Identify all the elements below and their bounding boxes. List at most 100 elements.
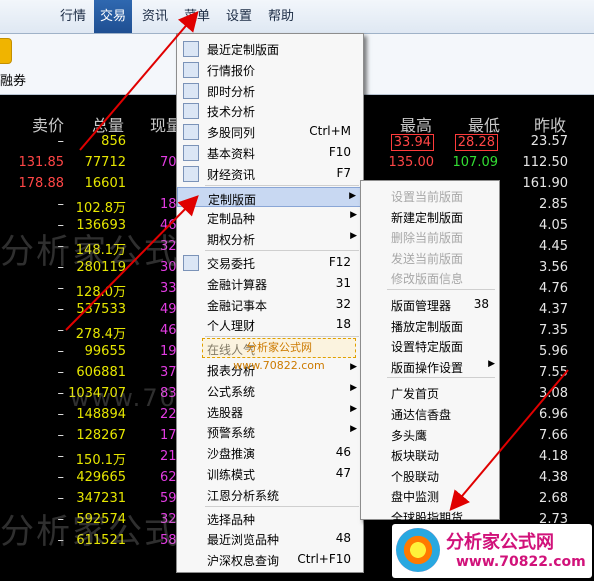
menu-icon xyxy=(183,487,197,501)
menu-item[interactable]: 选股器 ▶ xyxy=(177,401,363,421)
submenu-item-label: 个股联动 xyxy=(391,469,440,484)
submenu-item-label: 删除当前版面 xyxy=(391,231,464,246)
menu-item[interactable]: 沙盘推演 46 xyxy=(177,442,363,462)
menu-item[interactable]: 定制版面 ▶ xyxy=(177,186,363,207)
submenu-item[interactable]: 新建定制版面 xyxy=(361,206,499,226)
menu-item[interactable]: 训练模式 47 xyxy=(177,463,363,483)
cell-current: 17 xyxy=(160,428,177,443)
menu-icon xyxy=(183,82,199,99)
menu-caidan[interactable]: 菜单 xyxy=(178,0,216,33)
menu-item-label: 选股器 xyxy=(207,405,244,420)
menu-item[interactable]: 金融计算器 31 xyxy=(177,273,363,293)
cell-prev-close: 4.37 xyxy=(539,302,568,317)
menu-separator xyxy=(205,184,359,186)
menu-item[interactable]: 技术分析 xyxy=(177,100,363,120)
menu-item-label: 技术分析 xyxy=(207,105,256,120)
submenu-item-label: 修改版面信息 xyxy=(391,272,464,287)
logo-title: 分析家公式网 xyxy=(446,532,554,553)
menu-icon xyxy=(183,103,199,120)
cell-volume: 537533 xyxy=(76,302,126,317)
cell-volume: 102.8万 xyxy=(75,201,126,216)
menu-item-label: 财经资讯 xyxy=(207,167,256,182)
cell-volume: 16601 xyxy=(84,176,126,191)
submenu-item[interactable]: 全球股指期货 xyxy=(361,506,499,526)
submenu-item[interactable]: 通达信香盘 xyxy=(361,403,499,423)
menu-item-label: 训练模式 xyxy=(207,468,256,482)
menu-item[interactable]: 公式系统 ▶ xyxy=(177,380,363,400)
submenu-item[interactable]: 设置特定版面 xyxy=(361,335,499,355)
submenu-item[interactable]: 版面操作设置 ▶ xyxy=(361,356,499,376)
cell-volume: 606881 xyxy=(76,365,126,380)
cell-prev-close: 6.96 xyxy=(539,407,568,422)
cell-prev-close: 2.68 xyxy=(539,491,568,506)
menu-item[interactable]: 定制品种 ▶ xyxy=(177,207,363,227)
header-volume[interactable]: 总量 xyxy=(92,112,124,136)
menu-item[interactable]: 金融记事本 32 xyxy=(177,294,363,314)
header-low[interactable]: 最低 xyxy=(468,112,500,136)
submenu-item[interactable]: 多头鹰 xyxy=(361,424,499,444)
cell-prev-close: 7.55 xyxy=(539,365,568,380)
menu-item[interactable]: 行情报价 xyxy=(177,59,363,79)
submenu-item[interactable]: 板块联动 xyxy=(361,444,499,464)
cell-prev-close: 5.96 xyxy=(539,344,568,359)
menu-icon xyxy=(183,531,197,545)
submenu-item: 发送当前版面 xyxy=(361,247,499,267)
menu-shezhi[interactable]: 设置 xyxy=(220,0,258,33)
cell-volume: 150.1万 xyxy=(75,453,126,468)
cell-sell: – xyxy=(57,407,65,422)
cell-sell: – xyxy=(57,428,65,443)
menu-item-shortcut: 47 xyxy=(335,466,351,480)
menu-item[interactable]: 最近浏览品种 48 xyxy=(177,528,363,548)
menu-item[interactable]: 即时分析 xyxy=(177,80,363,100)
menu-hangqing[interactable]: 行情 xyxy=(54,0,92,33)
submenu-arrow-icon: ▶ xyxy=(350,362,357,372)
cell-low: 28.28 xyxy=(454,134,498,151)
menu-item[interactable]: 预警系统 ▶ xyxy=(177,421,363,441)
menu-icon xyxy=(183,404,197,418)
menu-item-shortcut: 31 xyxy=(335,275,351,290)
logo-url: www.70822.com xyxy=(456,554,586,570)
menu-zixun[interactable]: 资讯 xyxy=(136,0,174,33)
submenu-item-label: 发送当前版面 xyxy=(391,251,464,266)
header-sell[interactable]: 卖价 xyxy=(32,112,64,136)
margin-icon[interactable] xyxy=(0,38,12,64)
submenu-item[interactable]: 盘中监测 xyxy=(361,485,499,505)
menu-item[interactable]: 期权分析 ▶ xyxy=(177,228,363,248)
menu-item-label: 行情报价 xyxy=(207,63,256,78)
cell-high: 33.94 xyxy=(390,134,434,151)
menu-item-label: 最近定制版面 xyxy=(207,43,280,57)
menu-item[interactable]: 交易委托 F12 xyxy=(177,252,363,272)
menu-bangzhu[interactable]: 帮助 xyxy=(262,0,300,33)
cell-prev-close: 23.57 xyxy=(530,134,568,149)
menu-item[interactable]: 多股同列 Ctrl+M xyxy=(177,121,363,141)
cell-sell: – xyxy=(57,470,65,485)
menu-icon xyxy=(183,466,197,480)
submenu-item-label: 板块联动 xyxy=(391,449,440,464)
cell-high: 135.00 xyxy=(388,155,435,170)
menu-icon xyxy=(183,41,199,57)
submenu-item[interactable]: 播放定制版面 xyxy=(361,315,499,335)
flower-icon xyxy=(396,528,440,572)
menu-item[interactable]: 财经资讯 F7 xyxy=(177,163,363,183)
menu-item[interactable]: 个人理财 18 xyxy=(177,314,363,334)
cell-prev-close: 161.90 xyxy=(522,176,569,191)
cell-prev-close: 7.66 xyxy=(539,428,568,443)
menu-item[interactable]: 基本资料 F10 xyxy=(177,142,363,162)
submenu-item[interactable]: 版面管理器 38 xyxy=(361,294,499,314)
menu-item[interactable]: 最近定制版面 xyxy=(177,38,363,58)
header-high[interactable]: 最高 xyxy=(400,112,432,136)
menu-item[interactable]: 江恩分析系统 xyxy=(177,484,363,504)
menu-item[interactable]: 选择品种 xyxy=(177,508,363,528)
menu-item-label: 期权分析 xyxy=(207,233,256,248)
menu-item[interactable]: 沪深权息查询 Ctrl+F10 xyxy=(177,549,363,569)
submenu-item[interactable]: 个股联动 xyxy=(361,465,499,485)
submenu-item[interactable]: 广发首页 xyxy=(361,382,499,402)
menu-jiaoyi[interactable]: 交易 xyxy=(94,0,133,33)
menu-item-label: 预警系统 xyxy=(207,426,256,441)
submenu-arrow-icon: ▶ xyxy=(350,210,357,221)
cell-volume: 128267 xyxy=(76,428,126,443)
submenu-item-label: 版面操作设置 xyxy=(391,360,464,375)
submenu-arrow-icon: ▶ xyxy=(350,403,357,414)
toolbar-label[interactable]: 融券 xyxy=(0,70,26,89)
header-prev-close[interactable]: 昨收 xyxy=(534,112,566,136)
